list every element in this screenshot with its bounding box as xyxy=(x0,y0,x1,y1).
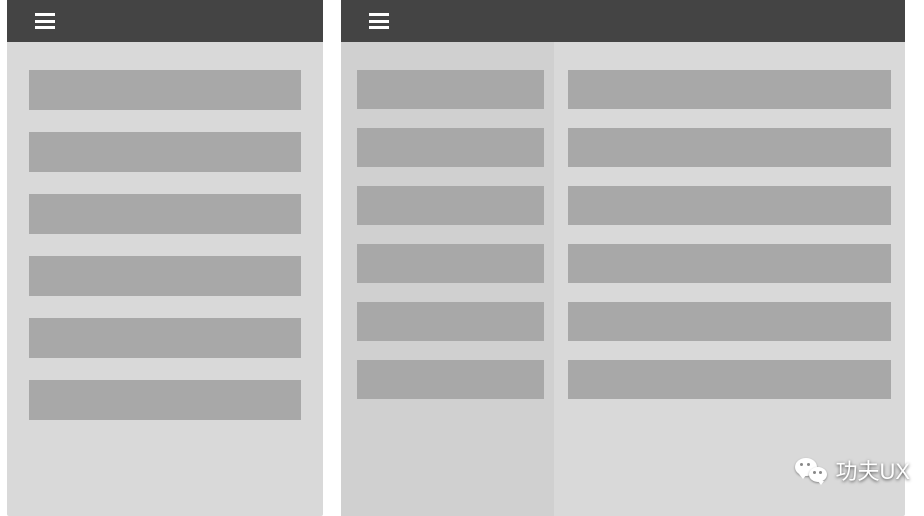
content-item[interactable] xyxy=(568,360,891,399)
hamburger-menu-icon[interactable] xyxy=(35,13,55,29)
content-item[interactable] xyxy=(568,70,891,109)
list-item[interactable] xyxy=(29,380,301,420)
topbar-right xyxy=(341,0,905,42)
watermark-text: 功夫UX xyxy=(835,454,910,486)
sidebar-item[interactable] xyxy=(357,128,544,167)
content-item[interactable] xyxy=(568,186,891,225)
main-content-column xyxy=(554,42,905,516)
topbar-left xyxy=(7,0,323,42)
sidebar-item[interactable] xyxy=(357,302,544,341)
two-column-layout-panel xyxy=(341,0,905,516)
content-item[interactable] xyxy=(568,128,891,167)
wechat-icon xyxy=(795,456,827,484)
list-item[interactable] xyxy=(29,256,301,296)
single-column-content xyxy=(7,42,323,440)
hamburger-menu-icon[interactable] xyxy=(369,13,389,29)
layout-comparison-container xyxy=(0,0,924,516)
watermark: 功夫UX xyxy=(795,454,910,486)
sidebar-item[interactable] xyxy=(357,70,544,109)
content-item[interactable] xyxy=(568,244,891,283)
list-item[interactable] xyxy=(29,132,301,172)
single-column-layout-panel xyxy=(7,0,323,516)
sidebar-column xyxy=(341,42,554,516)
sidebar-item[interactable] xyxy=(357,360,544,399)
two-column-body xyxy=(341,42,905,516)
list-item[interactable] xyxy=(29,194,301,234)
content-item[interactable] xyxy=(568,302,891,341)
sidebar-item[interactable] xyxy=(357,186,544,225)
list-item[interactable] xyxy=(29,70,301,110)
list-item[interactable] xyxy=(29,318,301,358)
sidebar-item[interactable] xyxy=(357,244,544,283)
